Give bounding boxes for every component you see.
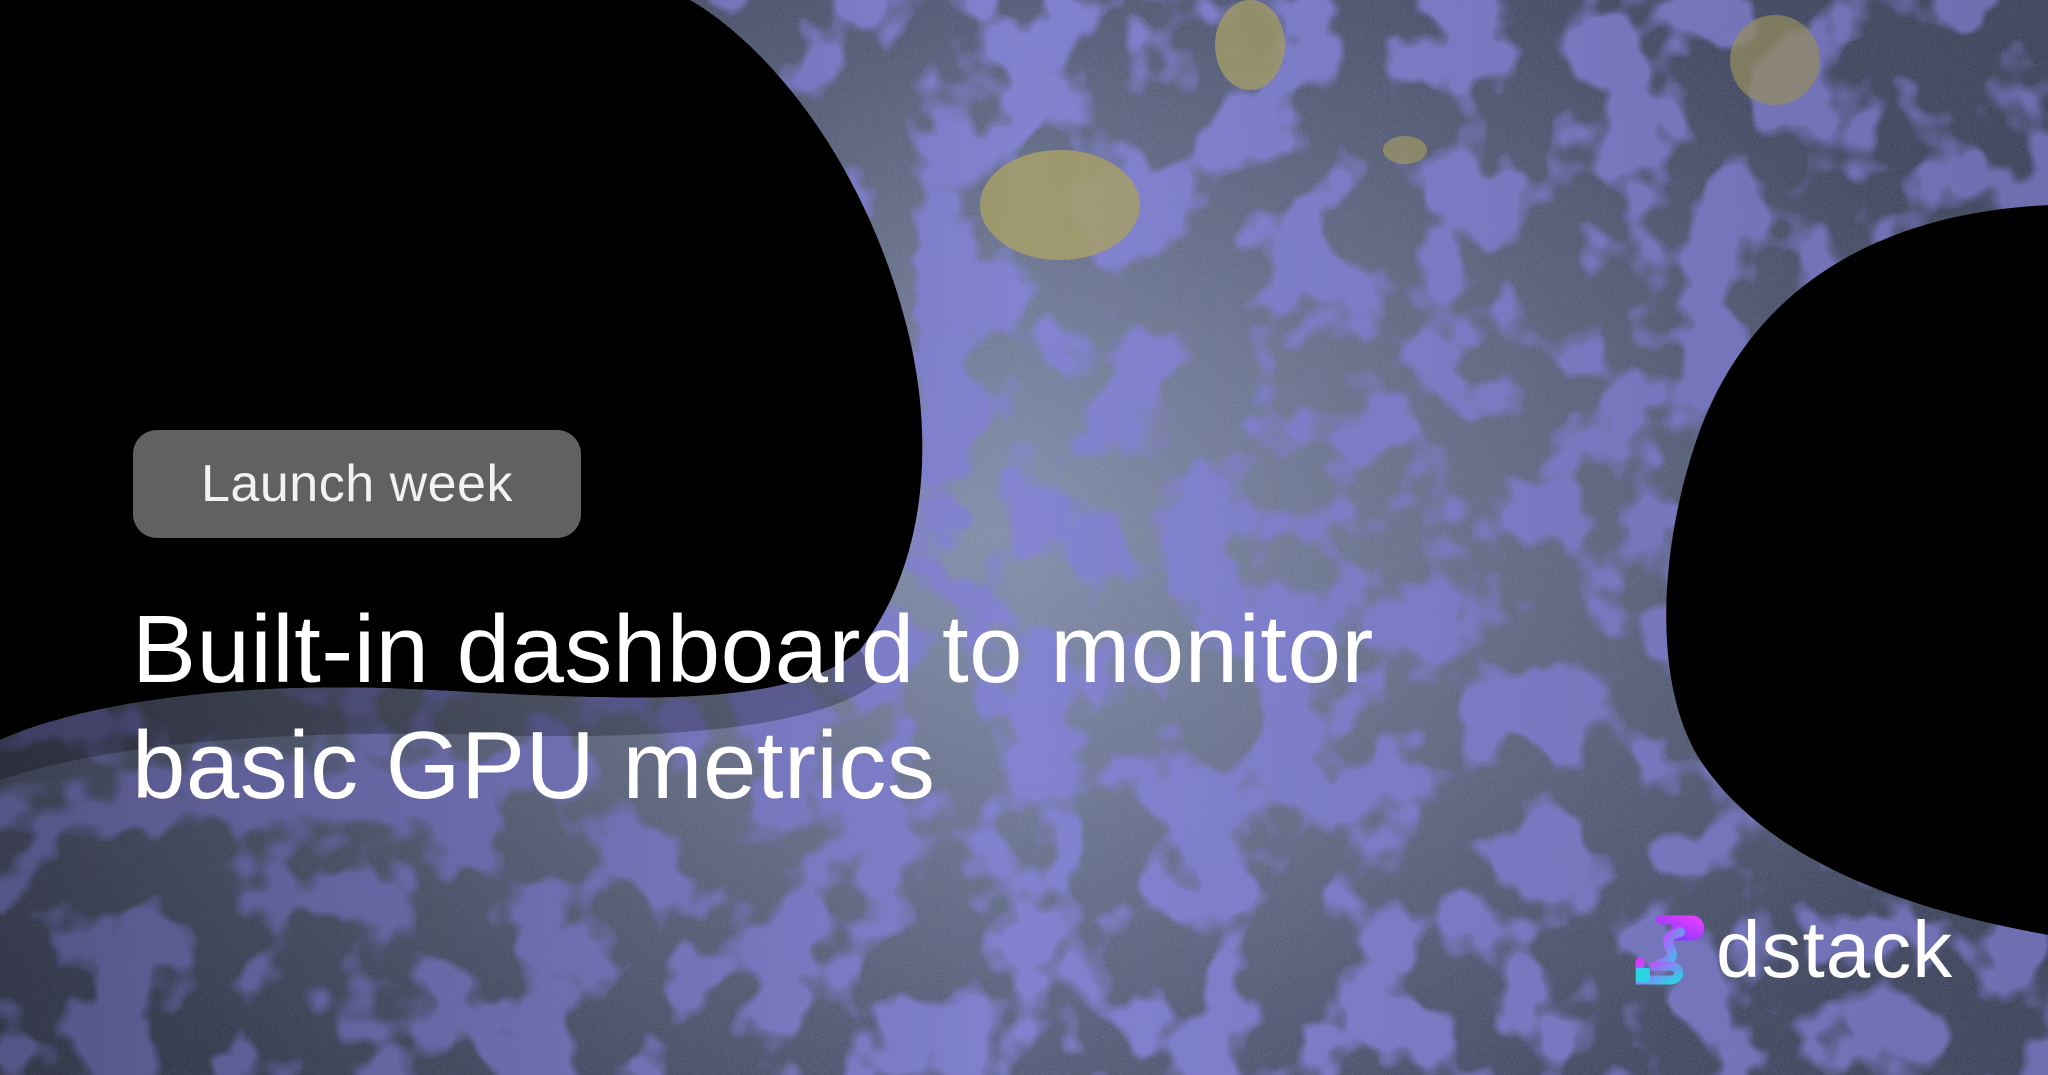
title-line-1: Built-in dashboard to monitor <box>132 596 1374 703</box>
hero-banner: Launch week Built-in dashboard to monito… <box>0 0 2048 1075</box>
brand-name: dstack <box>1716 905 1954 994</box>
badge-label: Launch week <box>201 455 513 513</box>
launch-week-badge: Launch week <box>133 430 581 538</box>
dstack-logo: dstack <box>1630 905 1953 995</box>
page-title: Built-in dashboard to monitor basic GPU … <box>132 592 1592 824</box>
title-line-2: basic GPU metrics <box>132 712 936 819</box>
dstack-logo-icon <box>1635 915 1704 985</box>
